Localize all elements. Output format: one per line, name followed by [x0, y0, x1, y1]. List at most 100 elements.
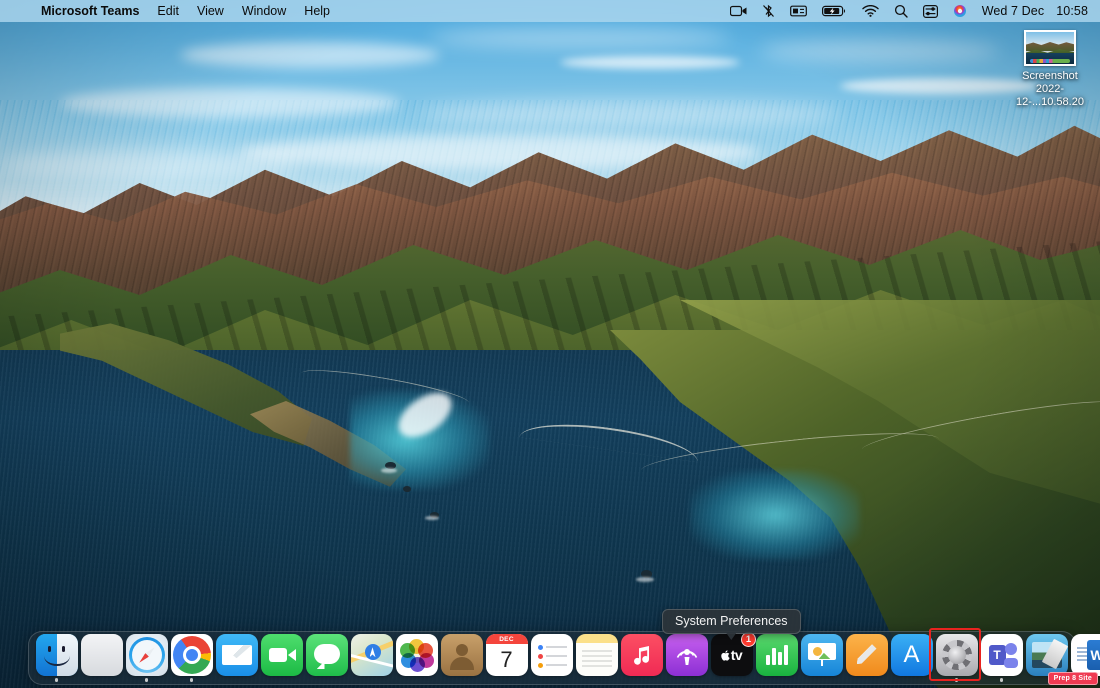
watermark-badge: Prep 8 Site — [1048, 672, 1098, 685]
running-indicator — [910, 678, 914, 682]
dock-item-notes[interactable] — [574, 634, 619, 682]
dock-item-photos[interactable] — [394, 634, 439, 682]
running-indicator — [505, 678, 509, 682]
menu-bar: Microsoft Teams Edit View Window Help — [0, 0, 1100, 22]
desktop-file-icon[interactable]: Screenshot 2022-12-...10.58.20 — [1013, 30, 1087, 109]
photos-icon[interactable] — [396, 634, 438, 676]
running-indicator — [865, 678, 869, 682]
running-indicator — [595, 678, 599, 682]
dock-item-facetime[interactable] — [259, 634, 304, 682]
running-indicator — [100, 678, 104, 682]
running-indicator — [685, 678, 689, 682]
dock-item-calendar[interactable]: DEC 7 — [484, 634, 529, 682]
dock-item-numbers[interactable] — [754, 634, 799, 682]
dock-item-maps[interactable] — [349, 634, 394, 682]
control-center-icon[interactable] — [916, 2, 945, 20]
running-indicator — [955, 678, 959, 682]
maps-icon[interactable] — [351, 634, 393, 676]
dock-item-reminders[interactable] — [529, 634, 574, 682]
menu-edit[interactable]: Edit — [148, 2, 188, 20]
menubar-time[interactable]: 10:58 — [1049, 3, 1092, 19]
menu-view[interactable]: View — [188, 2, 233, 20]
desktop-file-label: Screenshot 2022-12-...10.58.20 — [1013, 70, 1087, 109]
dock-tooltip: System Preferences — [662, 609, 801, 640]
menubar-date[interactable]: Wed 7 Dec — [975, 3, 1049, 19]
music-icon[interactable] — [621, 634, 663, 676]
apple-tv-wordmark: tv — [731, 647, 742, 663]
battery-charging-icon[interactable] — [815, 2, 854, 20]
dock: DEC 7 1 — [28, 631, 1076, 685]
running-indicator — [460, 678, 464, 682]
dock-item-apple-tv[interactable]: 1 tv — [709, 634, 754, 682]
system-preferences-icon[interactable] — [936, 634, 978, 676]
teams-wordmark: T — [989, 645, 1006, 665]
siri-icon[interactable] — [946, 2, 974, 20]
desktop-file-label-line2: 2022-12-...10.58.20 — [1013, 83, 1087, 109]
keynote-icon[interactable] — [801, 634, 843, 676]
search-icon[interactable] — [887, 2, 915, 20]
launchpad-icon[interactable] — [81, 634, 123, 676]
running-indicator — [415, 678, 419, 682]
dock-tooltip-arrow — [726, 633, 736, 640]
running-indicator — [775, 678, 779, 682]
running-indicator — [1000, 678, 1004, 682]
running-indicator — [55, 678, 59, 682]
dock-item-safari[interactable] — [124, 634, 169, 682]
calendar-icon[interactable]: DEC 7 — [486, 634, 528, 676]
finder-icon[interactable] — [36, 634, 78, 676]
reminders-icon[interactable] — [531, 634, 573, 676]
podcasts-icon[interactable] — [666, 634, 708, 676]
facetime-icon[interactable] — [261, 634, 303, 676]
menu-window[interactable]: Window — [233, 2, 295, 20]
running-indicator — [370, 678, 374, 682]
app-store-wordmark: A — [903, 641, 919, 669]
dock-item-finder[interactable] — [34, 634, 79, 682]
dock-item-app-store[interactable]: A — [889, 634, 934, 682]
screenshot-thumbnail[interactable] — [1024, 30, 1076, 66]
wifi-icon[interactable] — [855, 2, 886, 20]
dock-item-messages[interactable] — [304, 634, 349, 682]
running-indicator — [820, 678, 824, 682]
microsoft-word-icon[interactable]: W — [1071, 634, 1100, 676]
dock-item-podcasts[interactable] — [664, 634, 709, 682]
calendar-day: 7 — [486, 643, 528, 676]
dock-item-launchpad[interactable] — [79, 634, 124, 682]
desktop-wallpaper — [0, 0, 1100, 688]
desktop-file-label-line1: Screenshot — [1013, 70, 1087, 83]
display-icon[interactable] — [783, 2, 814, 20]
apple-menu-icon[interactable] — [10, 3, 28, 20]
contacts-icon[interactable] — [441, 634, 483, 676]
app-store-icon[interactable]: A — [891, 634, 933, 676]
messages-icon[interactable] — [306, 634, 348, 676]
wallpaper-vignette — [0, 0, 1100, 688]
dock-item-music[interactable] — [619, 634, 664, 682]
dock-item-system-preferences[interactable] — [934, 634, 979, 682]
dock-item-keynote[interactable] — [799, 634, 844, 682]
dock-item-microsoft-teams[interactable]: T — [979, 634, 1024, 682]
pages-icon[interactable] — [846, 634, 888, 676]
menu-help[interactable]: Help — [295, 2, 339, 20]
mail-icon[interactable] — [216, 634, 258, 676]
preview-icon[interactable] — [1026, 634, 1068, 676]
running-indicator — [730, 678, 734, 682]
running-indicator — [325, 678, 329, 682]
running-indicator — [190, 678, 194, 682]
dock-item-pages[interactable] — [844, 634, 889, 682]
screen-recording-icon[interactable] — [723, 2, 754, 20]
dock-item-mail[interactable] — [214, 634, 259, 682]
dock-item-contacts[interactable] — [439, 634, 484, 682]
running-indicator — [145, 678, 149, 682]
notes-icon[interactable] — [576, 634, 618, 676]
running-indicator — [235, 678, 239, 682]
running-indicator — [280, 678, 284, 682]
dock-item-chrome[interactable] — [169, 634, 214, 682]
safari-icon[interactable] — [126, 634, 168, 676]
microsoft-teams-icon[interactable]: T — [981, 634, 1023, 676]
chrome-icon[interactable] — [171, 634, 213, 676]
numbers-icon[interactable] — [756, 634, 798, 676]
running-indicator — [640, 678, 644, 682]
running-indicator — [550, 678, 554, 682]
bluetooth-off-icon[interactable] — [755, 2, 782, 20]
menu-app-name[interactable]: Microsoft Teams — [32, 2, 148, 20]
dock-tooltip-label: System Preferences — [662, 609, 801, 634]
